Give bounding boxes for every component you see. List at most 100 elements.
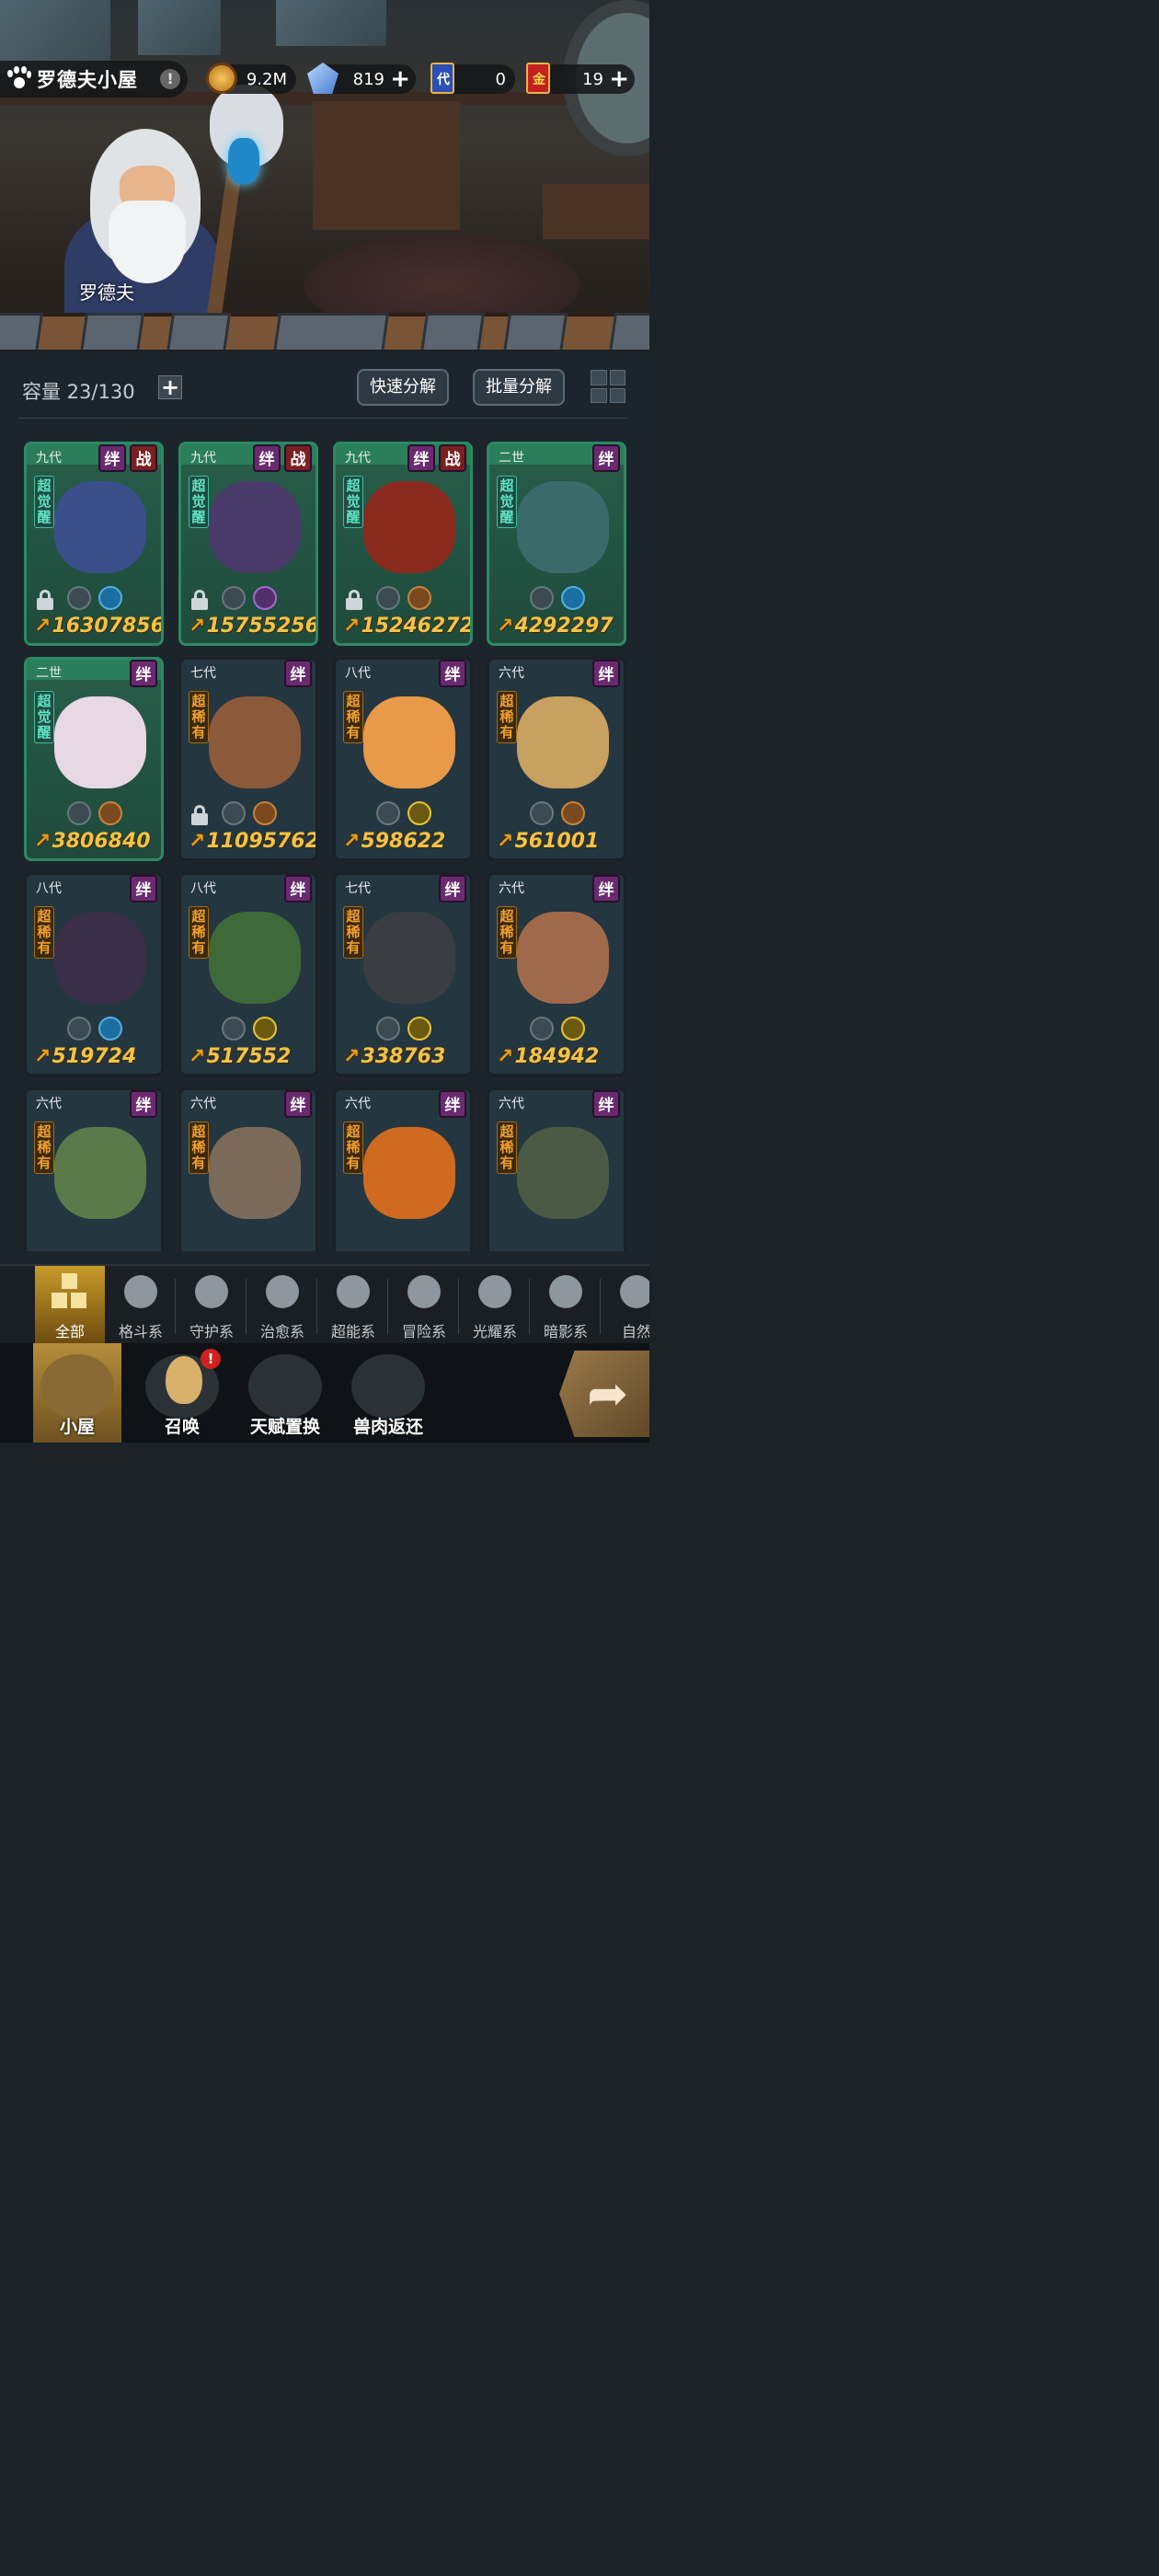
quick-decompose-button[interactable]: 快速分解 (357, 369, 449, 406)
expand-capacity-button[interactable]: + (158, 375, 182, 399)
sun-icon (407, 1017, 431, 1041)
nav-cabin[interactable]: 小屋 (33, 1343, 121, 1443)
generation-label: 六代 (190, 1097, 216, 1111)
generation-label: 九代 (345, 451, 371, 466)
pet-card[interactable]: 八代 绊超稀有 ↗517552 (178, 872, 318, 1076)
power-icon: ↗ (34, 1045, 52, 1068)
tab-guard[interactable]: 守护系 (177, 1266, 247, 1343)
power-value: ↗519724 (34, 1045, 137, 1068)
grid-view-icon[interactable] (591, 370, 625, 403)
add-gold-card-button[interactable]: + (609, 67, 629, 91)
location-title[interactable]: 罗德夫小屋 ! (0, 61, 188, 98)
shield-icon (376, 1017, 400, 1041)
generation-card-icon: 代 (430, 63, 454, 94)
pet-card[interactable]: 九代 绊战超觉醒 ↗15246272 (333, 442, 473, 646)
creature-portrait (363, 1127, 455, 1219)
lock-icon[interactable] (190, 805, 209, 825)
shadow-icon (549, 1275, 582, 1308)
tab-nature[interactable]: 自然 (602, 1266, 649, 1343)
pet-card[interactable]: 七代 绊超稀有 ↗11095762 (178, 657, 318, 861)
nav-summon[interactable]: ! 召唤 (138, 1343, 226, 1443)
generation-label: 二世 (499, 451, 524, 466)
power-icon: ↗ (343, 615, 361, 638)
pet-card[interactable]: 八代 绊超稀有 ↗598622 (333, 657, 473, 861)
rarity-tag: 超稀有 (189, 1121, 209, 1174)
creature-portrait (54, 696, 146, 788)
nature-icon (620, 1275, 649, 1308)
power-icon: ↗ (497, 615, 514, 638)
tab-label: 自然 (621, 1323, 649, 1340)
bond-badge: 绊 (439, 875, 466, 903)
pet-card[interactable]: 七代 绊超稀有 ↗338763 (333, 872, 473, 1076)
lock-icon[interactable] (345, 590, 363, 610)
rarity-tag: 超稀有 (34, 906, 54, 959)
crystal-counter[interactable]: 819 + (307, 63, 416, 94)
generation-card-value: 0 (495, 70, 506, 89)
nav-label: 召唤 (164, 1417, 200, 1437)
creature-portrait (209, 481, 301, 573)
go-button[interactable]: ➦ (559, 1351, 649, 1437)
pet-card[interactable]: 六代 绊超稀有 ↗184942 (487, 872, 626, 1076)
meat-icon (351, 1354, 425, 1419)
creature-portrait (54, 912, 146, 1004)
pet-card[interactable]: 六代 绊超稀有 (487, 1087, 626, 1251)
bond-badge: 绊 (439, 1090, 466, 1118)
pet-card[interactable]: 二世 绊超觉醒 ↗4292297 (487, 442, 626, 646)
power-icon: ↗ (343, 830, 361, 853)
gold-card-counter[interactable]: 金 19 + (526, 63, 635, 94)
pet-card[interactable]: 六代 绊超稀有 ↗561001 (487, 657, 626, 861)
rarity-tag: 超觉醒 (497, 476, 517, 528)
shoe-icon (561, 801, 585, 825)
fence (0, 313, 649, 350)
power-icon: ↗ (497, 1045, 514, 1068)
pet-storage-panel: 容量 23/130 + 快速分解 批量分解 九代绊战超觉醒 ↗16307856 九代… (0, 353, 649, 1264)
lock-icon[interactable] (36, 590, 54, 610)
arrow-icon: ➦ (587, 1364, 629, 1422)
tab-fight[interactable]: 格斗系 (106, 1266, 176, 1343)
skylight (276, 0, 386, 46)
pet-card[interactable]: 八代 绊超稀有 ↗519724 (24, 872, 164, 1076)
moon-icon (253, 586, 277, 610)
fight-icon (124, 1275, 157, 1308)
pet-card[interactable]: 九代 绊战超觉醒 ↗15755256 (178, 442, 318, 646)
pet-card[interactable]: 二世 绊超觉醒 ↗3806840 (24, 657, 164, 861)
npc-name: 罗德夫 (79, 282, 134, 304)
pet-card[interactable]: 九代 绊战超觉醒 ↗16307856 (24, 442, 164, 646)
generation-label: 六代 (499, 666, 524, 681)
nav-label: 天赋置换 (249, 1417, 320, 1437)
gold-card-icon: 金 (526, 63, 550, 94)
generation-label: 六代 (499, 881, 524, 896)
paw-icon (6, 66, 31, 92)
category-tabs: 全部 格斗系 守护系 治愈系 超能系 冒险系 光耀系 暗影系 自然 (0, 1264, 649, 1343)
generation-label: 六代 (36, 1097, 62, 1111)
lock-icon[interactable] (190, 590, 209, 610)
nav-meat-return[interactable]: 兽肉返还 (344, 1343, 432, 1443)
generation-card-counter[interactable]: 代 0 (430, 63, 515, 94)
tab-psychic[interactable]: 超能系 (318, 1266, 388, 1343)
crystal-icon (307, 63, 339, 94)
power-value: ↗15755256 (189, 615, 318, 638)
pet-card[interactable]: 六代 绊超稀有 (24, 1087, 164, 1251)
coin-counter[interactable]: 9.2M (206, 63, 296, 94)
tab-adventure[interactable]: 冒险系 (389, 1266, 459, 1343)
add-crystal-button[interactable]: + (390, 67, 410, 91)
info-icon[interactable]: ! (160, 69, 180, 89)
creature-portrait (517, 1127, 609, 1219)
tab-label: 暗影系 (543, 1323, 588, 1340)
pet-card[interactable]: 六代 绊超稀有 (333, 1087, 473, 1251)
tab-heal[interactable]: 治愈系 (247, 1266, 317, 1343)
rarity-tag: 超稀有 (497, 906, 517, 959)
tab-all[interactable]: 全部 (35, 1266, 105, 1343)
nav-talent-swap[interactable]: 天赋置换 (241, 1343, 329, 1443)
tab-shadow[interactable]: 暗影系 (531, 1266, 601, 1343)
generation-label: 八代 (36, 881, 62, 896)
power-icon: ↗ (34, 830, 52, 853)
power-icon: ↗ (34, 615, 52, 638)
generation-label: 八代 (190, 881, 216, 896)
pet-card[interactable]: 六代 绊超稀有 (178, 1087, 318, 1251)
tab-light[interactable]: 光耀系 (460, 1266, 530, 1343)
batch-decompose-button[interactable]: 批量分解 (473, 369, 565, 406)
cross-icon (530, 1017, 554, 1041)
generation-label: 六代 (499, 1097, 524, 1111)
tab-label: 冒险系 (401, 1323, 446, 1340)
